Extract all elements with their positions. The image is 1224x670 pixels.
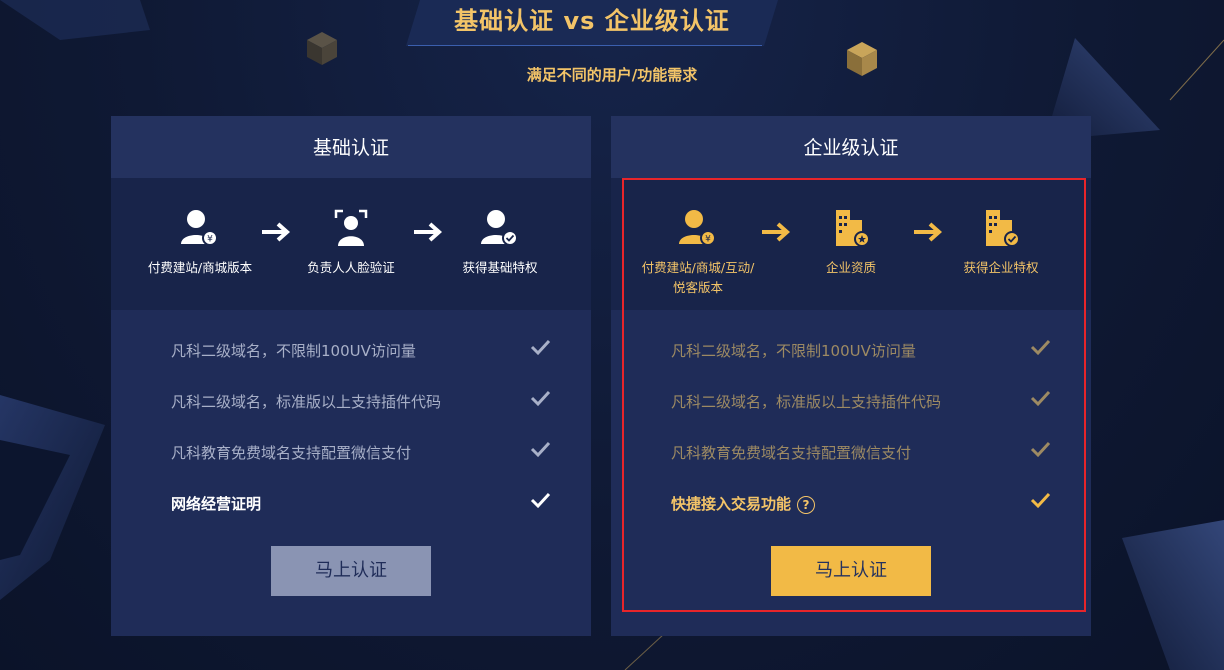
list-item: 凡科二级域名，标准版以上支持插件代码 (671, 387, 1051, 417)
list-item: 凡科二级域名，不限制100UV访问量 (671, 336, 1051, 366)
feature-text: 凡科教育免费域名支持配置微信支付 (671, 444, 912, 462)
enterprise-step-2-label: 企业资质 (825, 260, 876, 275)
enterprise-steps: ¥ 付费建站/商城/互动/ 悦客版本 企业资质 获得企业特权 (611, 178, 1091, 310)
basic-step-2: 负责人人脸验证 (276, 208, 426, 278)
feature-text: 凡科二级域名，标准版以上支持插件代码 (171, 393, 442, 411)
svg-text:¥: ¥ (705, 235, 711, 245)
check-icon (530, 492, 551, 509)
page-title: 基础认证 vs 企业级认证 (454, 7, 730, 35)
user-yuan-icon: ¥ (181, 210, 218, 246)
basic-step-1: ¥ 付费建站/商城版本 (125, 208, 275, 278)
enterprise-step-2: 企业资质 (776, 208, 926, 278)
feature-text: 凡科教育免费域名支持配置微信支付 (171, 444, 412, 462)
feature-text: 凡科二级域名，标准版以上支持插件代码 (671, 393, 942, 411)
list-item: 网络经营证明 (171, 489, 551, 519)
check-icon (1030, 390, 1051, 407)
basic-step-2-label: 负责人人脸验证 (307, 260, 395, 275)
help-icon[interactable]: ? (797, 495, 816, 514)
list-item: 凡科教育免费域名支持配置微信支付 (171, 438, 551, 468)
check-icon (530, 339, 551, 356)
list-item: 凡科二级域名，标准版以上支持插件代码 (171, 387, 551, 417)
feature-text-with-help: 快捷接入交易功能? (671, 493, 816, 514)
enterprise-step-3: 获得企业特权 (926, 208, 1076, 278)
enterprise-certify-button[interactable]: 马上认证 (771, 546, 931, 596)
basic-certify-button[interactable]: 马上认证 (271, 546, 431, 596)
check-icon (530, 441, 551, 458)
feature-text: 快捷接入交易功能 (671, 495, 792, 513)
feature-text: 网络经营证明 (171, 495, 262, 513)
enterprise-step-1-label-line2: 悦客版本 (672, 280, 723, 295)
enterprise-cert-card: 企业级认证 ¥ 付费建站/商城/互动/ 悦客版本 企业资质 获得企业特权 凡科二… (611, 116, 1091, 636)
user-yuan-icon: ¥ (679, 210, 716, 246)
feature-text: 凡科二级域名，不限制100UV访问量 (671, 342, 916, 360)
basic-cert-card: 基础认证 ¥ 付费建站/商城版本 负责人人脸验证 获得基础特权 凡科二级域名，不… (111, 116, 591, 636)
check-icon (1030, 339, 1051, 356)
enterprise-step-1: ¥ 付费建站/商城/互动/ 悦客版本 (623, 208, 773, 298)
page-subtitle: 满足不同的用户/功能需求 (526, 66, 698, 84)
basic-steps: ¥ 付费建站/商城版本 负责人人脸验证 获得基础特权 (111, 178, 591, 310)
user-check-icon (481, 210, 518, 246)
basic-step-1-label: 付费建站/商城版本 (147, 260, 253, 275)
enterprise-step-1-label-line1: 付费建站/商城/互动/ (641, 260, 755, 275)
list-item: 凡科二级域名，不限制100UV访问量 (171, 336, 551, 366)
title-banner: 基础认证 vs 企业级认证 (406, 0, 778, 46)
dark-cube-icon (307, 32, 337, 65)
check-icon (530, 390, 551, 407)
feature-text: 凡科二级域名，不限制100UV访问量 (171, 342, 416, 360)
enterprise-step-3-label: 获得企业特权 (963, 260, 1039, 275)
svg-text:¥: ¥ (207, 235, 213, 245)
check-icon (1030, 492, 1051, 509)
basic-step-3: 获得基础特权 (425, 208, 575, 278)
enterprise-step-1-label: 付费建站/商城/互动/ 悦客版本 (623, 258, 773, 298)
building-check-icon (986, 210, 1020, 247)
basic-card-title: 基础认证 (111, 116, 591, 178)
basic-step-3-label: 获得基础特权 (462, 260, 538, 275)
check-icon (1030, 441, 1051, 458)
enterprise-card-title: 企业级认证 (611, 116, 1091, 178)
face-scan-icon (334, 209, 368, 246)
list-item: 快捷接入交易功能? (671, 489, 1051, 519)
building-star-icon (836, 210, 870, 247)
list-item: 凡科教育免费域名支持配置微信支付 (671, 438, 1051, 468)
